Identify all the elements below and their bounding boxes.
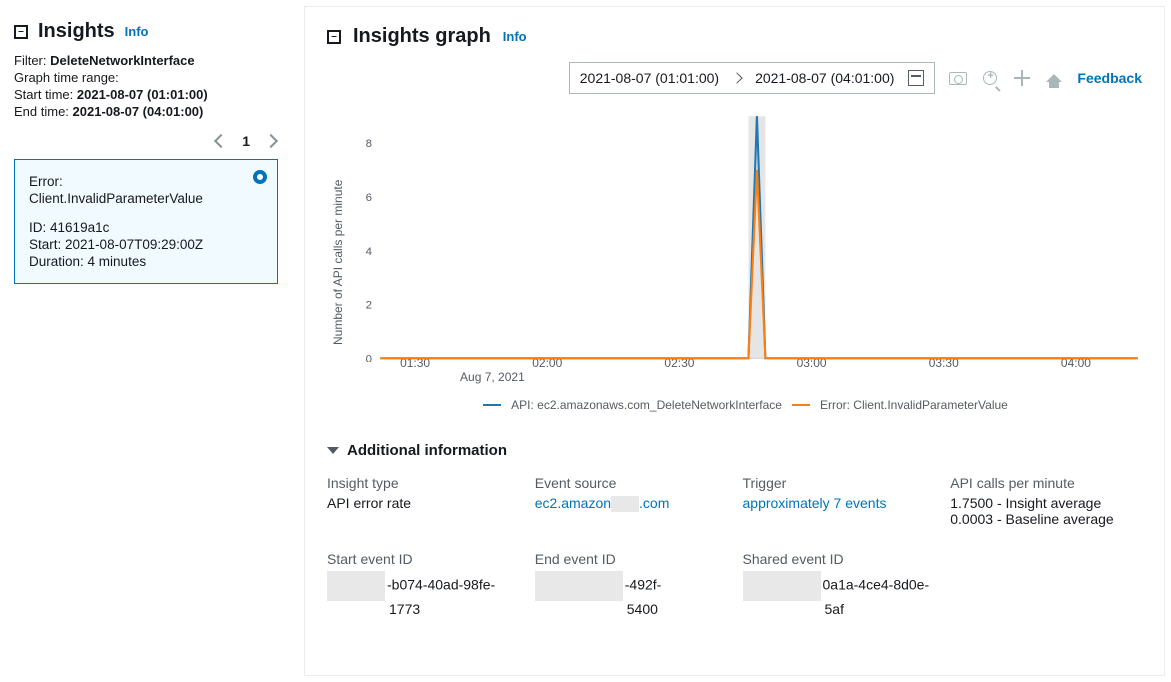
additional-info-title: Additional information bbox=[347, 442, 507, 459]
svg-text:4: 4 bbox=[366, 246, 373, 258]
api-calls-label: API calls per minute bbox=[950, 475, 1142, 491]
line-chart[interactable]: 02468 bbox=[349, 112, 1142, 352]
svg-text:6: 6 bbox=[366, 192, 372, 204]
shared-event-id-value: 0a1a-4ce4-8d0e- 5af bbox=[743, 571, 935, 617]
card-start-value: 2021-08-07T09:29:00Z bbox=[65, 237, 203, 252]
date-range-picker[interactable]: 2021-08-07 (01:01:00) 2021-08-07 (04:01:… bbox=[569, 62, 936, 94]
redacted-text bbox=[535, 571, 623, 601]
collapse-icon[interactable]: – bbox=[327, 30, 341, 44]
api-calls-baseline-avg: 0.0003 - Baseline average bbox=[950, 511, 1142, 527]
start-event-id-label: Start event ID bbox=[327, 551, 519, 567]
event-source-label: Event source bbox=[535, 475, 727, 491]
end-time-value: 2021-08-07 (04:01:00) bbox=[73, 104, 204, 119]
card-error-value: Client.InvalidParameterValue bbox=[29, 191, 263, 206]
range-end-text: 2021-08-07 (04:01:00) bbox=[755, 70, 894, 86]
event-source-value[interactable]: ec2.amazonxxxx.com bbox=[535, 495, 727, 512]
end-time-label: End time: bbox=[14, 104, 69, 119]
redacted-text bbox=[327, 571, 385, 601]
graph-toolbar: 2021-08-07 (01:01:00) 2021-08-07 (04:01:… bbox=[327, 62, 1142, 102]
card-duration-label: Duration: bbox=[29, 254, 84, 269]
sidebar-info-link[interactable]: Info bbox=[125, 24, 149, 39]
x-axis-date: Aug 7, 2021 bbox=[460, 370, 1142, 384]
home-icon[interactable] bbox=[1045, 69, 1063, 87]
insight-type-label: Insight type bbox=[327, 475, 519, 491]
svg-text:8: 8 bbox=[366, 138, 372, 150]
insight-card[interactable]: Error: Client.InvalidParameterValue ID: … bbox=[14, 159, 278, 284]
trigger-value[interactable]: approximately 7 events bbox=[743, 495, 935, 511]
calendar-icon bbox=[908, 70, 924, 86]
range-start-text: 2021-08-07 (01:01:00) bbox=[580, 70, 719, 86]
radio-selected-icon[interactable] bbox=[253, 170, 267, 184]
insights-sidebar: – Insights Info Filter: DeleteNetworkInt… bbox=[6, 6, 280, 676]
feedback-link[interactable]: Feedback bbox=[1077, 70, 1142, 86]
svg-text:2: 2 bbox=[366, 300, 372, 312]
graph-panel: – Insights graph Info 2021-08-07 (01:01:… bbox=[304, 6, 1165, 676]
card-id-value: 41619a1c bbox=[50, 220, 109, 235]
y-axis-label: Number of API calls per minute bbox=[327, 112, 349, 412]
filter-value: DeleteNetworkInterface bbox=[50, 53, 195, 68]
shared-event-id-label: Shared event ID bbox=[743, 551, 935, 567]
api-calls-insight-avg: 1.7500 - Insight average bbox=[950, 495, 1142, 511]
trigger-label: Trigger bbox=[743, 475, 935, 491]
graph-title: Insights graph bbox=[353, 25, 491, 48]
pager-page: 1 bbox=[242, 133, 250, 149]
card-id-label: ID: bbox=[29, 220, 46, 235]
zoom-in-icon[interactable] bbox=[981, 69, 999, 87]
start-event-id-value: -b074-40ad-98fe- 1773 bbox=[327, 571, 519, 617]
start-time-label: Start time: bbox=[14, 87, 73, 102]
redacted-text: xxxx bbox=[611, 496, 639, 512]
pan-icon[interactable] bbox=[1013, 69, 1031, 87]
collapse-icon[interactable]: – bbox=[14, 25, 28, 39]
graph-info-link[interactable]: Info bbox=[503, 29, 527, 44]
camera-icon[interactable] bbox=[949, 69, 967, 87]
insight-type-value: API error rate bbox=[327, 495, 519, 511]
card-start-label: Start: bbox=[29, 237, 61, 252]
end-event-id-value: -492f- 5400 bbox=[535, 571, 727, 617]
redacted-text bbox=[743, 571, 821, 601]
pager: 1 bbox=[14, 133, 276, 149]
legend-api-label: API: ec2.amazonaws.com_DeleteNetworkInte… bbox=[511, 398, 782, 412]
range-label: Graph time range: bbox=[14, 70, 280, 85]
svg-text:0: 0 bbox=[366, 353, 372, 362]
start-time-value: 2021-08-07 (01:01:00) bbox=[77, 87, 208, 102]
end-event-id-label: End event ID bbox=[535, 551, 727, 567]
legend-error-label: Error: Client.InvalidParameterValue bbox=[820, 398, 1008, 412]
filter-label: Filter: bbox=[14, 53, 47, 68]
additional-info-toggle[interactable]: Additional information bbox=[327, 442, 1142, 459]
caret-down-icon bbox=[327, 447, 339, 454]
additional-info-grid: Insight type API error rate Event source… bbox=[327, 475, 1142, 617]
sidebar-title: Insights bbox=[38, 20, 115, 43]
chart-legend: API: ec2.amazonaws.com_DeleteNetworkInte… bbox=[349, 398, 1142, 412]
legend-swatch-error bbox=[792, 404, 810, 406]
card-duration-value: 4 minutes bbox=[88, 254, 147, 269]
chevron-right-icon bbox=[731, 72, 742, 83]
card-error-label: Error: bbox=[29, 174, 263, 189]
pager-next-icon[interactable] bbox=[264, 134, 278, 148]
pager-prev-icon[interactable] bbox=[214, 134, 228, 148]
legend-swatch-api bbox=[483, 404, 501, 406]
